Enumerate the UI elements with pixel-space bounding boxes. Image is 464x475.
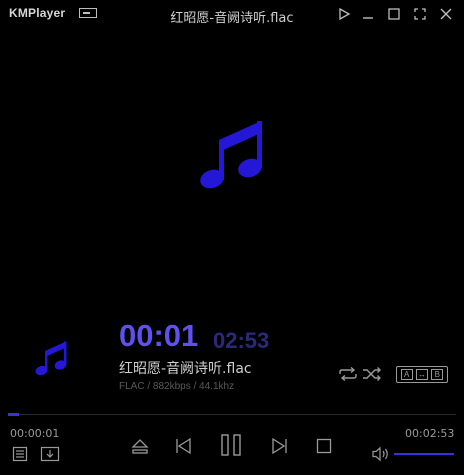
elapsed-time: 00:00:01 [10,427,60,440]
minimize-icon[interactable] [359,5,377,23]
volume-level [394,453,454,455]
playlist-icon[interactable] [12,446,28,462]
ab-point-a[interactable]: A [400,369,413,380]
close-icon[interactable] [437,5,455,23]
album-art-icon [33,339,70,376]
track-info: FLAC / 882kbps / 44.1khz [119,381,235,392]
current-time: 00:01 [119,318,199,353]
music-note-icon [197,116,267,190]
track-name: 红昭愿-音阙诗听.flac [119,361,252,377]
fullscreen-icon[interactable] [411,5,429,23]
download-icon[interactable] [40,446,60,462]
total-time: 02:53 [213,328,270,353]
ab-repeat-control[interactable]: A ↔ B [396,366,448,383]
previous-icon[interactable] [174,437,192,455]
eject-icon[interactable] [131,437,149,455]
repeat-icon[interactable] [337,366,359,382]
ab-toggle[interactable]: ↔ [415,369,428,380]
seek-progress [8,413,19,416]
shuffle-icon[interactable] [362,366,382,382]
pause-icon[interactable] [219,433,243,457]
ab-point-b[interactable]: B [431,369,444,380]
menu-icon[interactable] [79,8,97,18]
maximize-icon[interactable] [385,5,403,23]
next-icon[interactable] [271,437,289,455]
play-icon[interactable] [335,5,353,23]
volume-slider[interactable] [394,453,454,455]
app-logo[interactable]: KMPlayer [9,6,65,20]
stop-icon[interactable] [315,437,333,455]
duration-time: 00:02:53 [405,427,455,440]
volume-icon[interactable] [371,446,391,462]
seek-bar[interactable] [8,413,456,416]
